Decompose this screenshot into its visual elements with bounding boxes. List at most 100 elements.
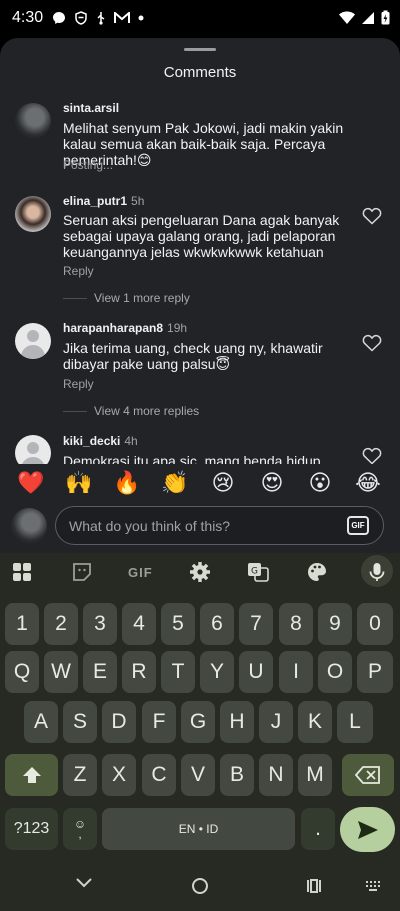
- avatar[interactable]: [15, 435, 51, 464]
- emoji-laughing[interactable]: 😂: [352, 470, 384, 496]
- key-4[interactable]: 4: [122, 603, 156, 645]
- symbols-key[interactable]: ?123: [5, 808, 58, 850]
- key-o[interactable]: O: [318, 651, 352, 693]
- key-w[interactable]: W: [44, 651, 78, 693]
- comment-list[interactable]: sinta.arsil Melihat senyum Pak Jokowi, j…: [0, 94, 400, 464]
- key-t[interactable]: T: [161, 651, 195, 693]
- key-x[interactable]: X: [102, 754, 136, 796]
- keyboard-switch-icon[interactable]: [365, 880, 381, 892]
- key-8[interactable]: 8: [279, 603, 313, 645]
- key-y[interactable]: Y: [200, 651, 234, 693]
- divider-line: [63, 297, 87, 299]
- comment-username[interactable]: elina_putr1 5h: [63, 194, 144, 208]
- key-l[interactable]: L: [337, 701, 373, 743]
- keyboard-toolbar: GIF G: [0, 553, 400, 590]
- key-c[interactable]: C: [142, 754, 176, 796]
- key-0[interactable]: 0: [357, 603, 393, 645]
- navigation-bar: [0, 858, 400, 911]
- toolbar-gif[interactable]: GIF: [128, 565, 153, 580]
- like-heart-icon[interactable]: [362, 207, 382, 225]
- translate-icon[interactable]: G: [247, 561, 269, 583]
- emoji-clap[interactable]: 👏: [159, 470, 191, 496]
- username-text: sinta.arsil: [63, 101, 120, 115]
- sheet-drag-handle[interactable]: [184, 48, 216, 51]
- settings-gear-icon[interactable]: [189, 561, 211, 583]
- back-chevron-icon[interactable]: [76, 877, 92, 889]
- like-heart-icon[interactable]: [362, 334, 382, 352]
- avatar-head-shape: [27, 330, 39, 342]
- system-status-icons: [339, 10, 390, 25]
- like-heart-icon[interactable]: [362, 447, 382, 464]
- recents-icon[interactable]: [306, 878, 322, 894]
- gmail-icon: [114, 12, 130, 23]
- home-circle-icon[interactable]: [191, 877, 209, 895]
- space-bar[interactable]: EN • ID: [102, 808, 295, 850]
- key-d[interactable]: D: [102, 701, 136, 743]
- key-6[interactable]: 6: [200, 603, 234, 645]
- view-more-replies[interactable]: View 4 more replies: [63, 404, 199, 418]
- emoji-fire[interactable]: 🔥: [111, 470, 143, 496]
- apps-grid-icon[interactable]: [11, 561, 33, 583]
- key-e[interactable]: E: [83, 651, 117, 693]
- comment-text: Jika terima uang, check uang ny, khawati…: [63, 340, 323, 372]
- key-s[interactable]: S: [63, 701, 97, 743]
- key-5[interactable]: 5: [161, 603, 195, 645]
- key-7[interactable]: 7: [239, 603, 273, 645]
- key-p[interactable]: P: [357, 651, 393, 693]
- avatar[interactable]: [15, 196, 51, 232]
- notification-icons: [52, 11, 144, 25]
- key-z[interactable]: Z: [63, 754, 97, 796]
- key-a[interactable]: A: [24, 701, 58, 743]
- comment-input[interactable]: What do you think of this? GIF: [55, 506, 384, 545]
- key-u[interactable]: U: [239, 651, 273, 693]
- comment-time: 4h: [124, 434, 138, 448]
- battery-icon: [381, 10, 390, 25]
- key-h[interactable]: H: [220, 701, 254, 743]
- avatar[interactable]: [15, 323, 51, 359]
- comma-label: ,: [78, 827, 82, 841]
- key-1[interactable]: 1: [5, 603, 39, 645]
- comment-text: Seruan aksi pengeluaran Dana agak banyak…: [63, 212, 340, 260]
- key-3[interactable]: 3: [83, 603, 117, 645]
- backspace-key[interactable]: [342, 754, 394, 796]
- avatar[interactable]: [15, 103, 51, 139]
- sticker-icon[interactable]: [71, 561, 93, 583]
- comment-username[interactable]: sinta.arsil: [63, 101, 119, 115]
- reply-button[interactable]: Reply: [63, 264, 94, 278]
- theme-palette-icon[interactable]: [306, 561, 328, 583]
- sheet-title: Comments: [163, 64, 237, 81]
- key-b[interactable]: B: [220, 754, 254, 796]
- comment-username[interactable]: harapanharapan8 19h: [63, 321, 187, 335]
- emoji-comma-key[interactable]: ☺,: [63, 808, 97, 850]
- send-enter-key[interactable]: [340, 807, 395, 852]
- dot-icon: [138, 15, 144, 21]
- key-j[interactable]: J: [259, 701, 293, 743]
- comment-username[interactable]: kiki_decki 4h: [63, 434, 138, 448]
- key-9[interactable]: 9: [318, 603, 352, 645]
- emoji-heart[interactable]: ❤️: [15, 470, 47, 496]
- svg-text:G: G: [251, 567, 258, 577]
- avatar-head-shape: [27, 442, 39, 454]
- reply-button[interactable]: Reply: [63, 377, 94, 391]
- quick-emoji-row: ❤️ 🙌 🔥 👏 😢 😍 😮 😂: [0, 470, 400, 504]
- key-n[interactable]: N: [259, 754, 293, 796]
- period-key[interactable]: .: [301, 808, 335, 850]
- key-f[interactable]: F: [142, 701, 176, 743]
- view-more-replies[interactable]: View 1 more reply: [63, 291, 190, 305]
- shift-key[interactable]: [5, 754, 58, 796]
- status-bar: 4:30: [0, 0, 400, 38]
- key-g[interactable]: G: [181, 701, 215, 743]
- key-r[interactable]: R: [122, 651, 156, 693]
- emoji-raised-hands[interactable]: 🙌: [63, 470, 95, 496]
- emoji-surprised[interactable]: 😮: [304, 470, 336, 496]
- key-k[interactable]: K: [298, 701, 332, 743]
- gif-button[interactable]: GIF: [347, 516, 369, 535]
- emoji-crying[interactable]: 😢: [207, 470, 239, 496]
- signal-icon: [362, 11, 374, 24]
- emoji-heart-eyes[interactable]: 😍: [256, 470, 288, 496]
- key-m[interactable]: M: [298, 754, 332, 796]
- key-i[interactable]: I: [279, 651, 313, 693]
- key-2[interactable]: 2: [44, 603, 78, 645]
- key-v[interactable]: V: [181, 754, 215, 796]
- key-q[interactable]: Q: [5, 651, 39, 693]
